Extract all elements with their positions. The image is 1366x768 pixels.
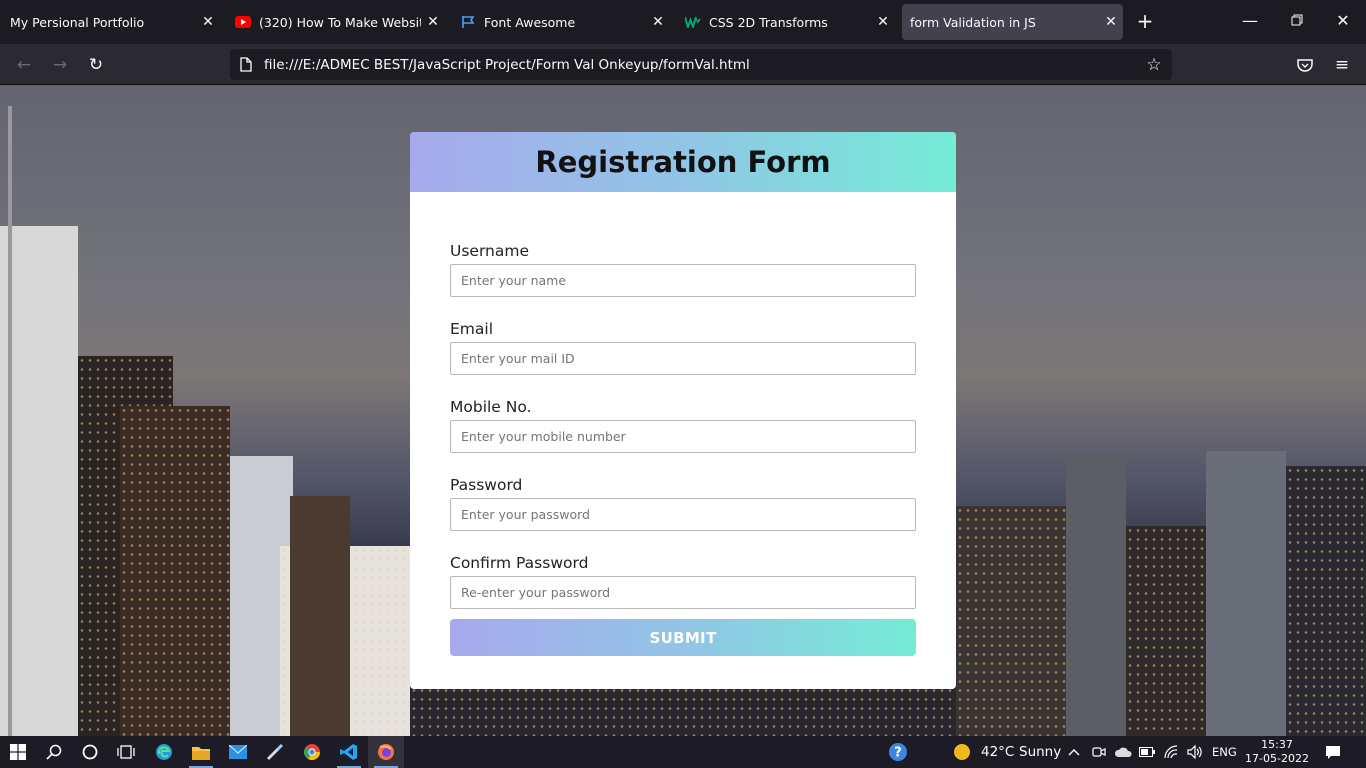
page-document-icon xyxy=(240,57,256,72)
wifi-icon[interactable] xyxy=(1160,736,1182,768)
onedrive-cloud-icon[interactable] xyxy=(1111,736,1135,768)
windows-taskbar: ? 42°C Sunny ENG 15:37 17-05-2022 xyxy=(0,736,1366,768)
mobile-field-group: Mobile No. xyxy=(450,398,916,453)
tab-font-awesome[interactable]: Font Awesome ✕ xyxy=(454,4,670,40)
back-arrow-icon[interactable]: ← xyxy=(11,52,37,78)
restore-icon[interactable] xyxy=(1285,10,1309,34)
tab-title: CSS 2D Transforms xyxy=(709,14,828,30)
username-input[interactable] xyxy=(450,264,916,297)
clock-time: 15:37 xyxy=(1261,738,1293,751)
address-bar[interactable]: file:///E:/ADMEC BEST/JavaScript Project… xyxy=(230,49,1172,80)
building-right-3-windows xyxy=(1126,526,1206,736)
tab-my-persional-portfolio[interactable]: My Persional Portfolio ✕ xyxy=(4,4,220,40)
font-awesome-flag-icon xyxy=(460,14,476,30)
clock[interactable]: 15:37 17-05-2022 xyxy=(1240,738,1314,766)
url-text[interactable]: file:///E:/ADMEC BEST/JavaScript Project… xyxy=(264,57,1144,73)
reload-icon[interactable]: ↻ xyxy=(83,52,109,78)
tab-close-icon[interactable]: ✕ xyxy=(1099,14,1123,30)
tab-form-validation[interactable]: form Validation in JS ✕ xyxy=(902,4,1123,40)
tab-title: My Persional Portfolio xyxy=(10,14,145,30)
tab-close-icon[interactable]: ✕ xyxy=(871,14,895,30)
antenna-left xyxy=(8,106,12,736)
youtube-icon xyxy=(235,14,251,30)
email-input[interactable] xyxy=(450,342,916,375)
browser-toolbar: ← → ↻ file:///E:/ADMEC BEST/JavaScript P… xyxy=(0,44,1366,85)
tab-close-icon[interactable]: ✕ xyxy=(421,14,445,30)
tab-title: form Validation in JS xyxy=(910,14,1036,30)
password-input[interactable] xyxy=(450,498,916,531)
email-field-group: Email xyxy=(450,320,916,375)
paint-brush-icon[interactable] xyxy=(257,736,293,768)
form-title: Registration Form xyxy=(535,145,831,179)
chevron-up-icon[interactable] xyxy=(1057,736,1091,768)
bookmark-star-icon[interactable]: ☆ xyxy=(1144,55,1164,75)
password-label: Password xyxy=(450,476,523,494)
tab-close-icon[interactable]: ✕ xyxy=(196,14,220,30)
mail-icon[interactable] xyxy=(220,736,256,768)
w3schools-icon xyxy=(685,14,701,30)
registration-form-card: Registration Form Username Email Mobile … xyxy=(410,132,956,689)
mobile-label: Mobile No. xyxy=(450,398,532,416)
username-field-group: Username xyxy=(450,242,916,297)
username-label: Username xyxy=(450,242,530,260)
building-brown-windows xyxy=(120,406,230,736)
hamburger-menu-icon[interactable]: ≡ xyxy=(1329,52,1355,78)
language-indicator[interactable]: ENG xyxy=(1212,745,1237,759)
tab-close-icon[interactable]: ✕ xyxy=(646,14,670,30)
file-explorer-icon[interactable] xyxy=(183,736,219,768)
meet-now-icon[interactable] xyxy=(1088,736,1110,768)
help-question-icon[interactable]: ? xyxy=(880,736,916,768)
registration-form: Username Email Mobile No. Password Confi… xyxy=(410,192,956,656)
forward-arrow-icon[interactable]: → xyxy=(47,52,73,78)
form-header: Registration Form xyxy=(410,132,956,192)
building-right-1-windows xyxy=(956,506,1066,736)
search-icon[interactable] xyxy=(36,736,72,768)
minimize-icon[interactable]: — xyxy=(1238,10,1262,34)
weather-sun-icon[interactable] xyxy=(944,736,980,768)
clock-date: 17-05-2022 xyxy=(1245,752,1309,765)
confirm-password-label: Confirm Password xyxy=(450,554,589,572)
svg-text:?: ? xyxy=(894,746,902,761)
chrome-icon[interactable] xyxy=(294,736,330,768)
submit-button[interactable]: SUBMIT xyxy=(450,619,916,656)
tab-css-2d-transforms[interactable]: CSS 2D Transforms ✕ xyxy=(679,4,895,40)
building-center-base-windows xyxy=(410,686,956,736)
windows-start-icon[interactable] xyxy=(0,736,36,768)
tab-youtube-video[interactable]: (320) How To Make Website With ✕ xyxy=(229,4,445,40)
firefox-icon[interactable] xyxy=(368,736,404,768)
edge-browser-icon[interactable] xyxy=(146,736,182,768)
pocket-icon[interactable] xyxy=(1292,52,1318,78)
tab-title: Font Awesome xyxy=(484,14,576,30)
building-mid xyxy=(290,496,350,736)
password-field-group: Password xyxy=(450,476,916,531)
weather-temperature: 42°C xyxy=(981,744,1015,760)
vscode-icon[interactable] xyxy=(331,736,367,768)
volume-icon[interactable] xyxy=(1183,736,1207,768)
page-viewport: Registration Form Username Email Mobile … xyxy=(0,85,1366,736)
building-right-4 xyxy=(1206,451,1286,736)
building-right-5-windows xyxy=(1286,466,1366,736)
close-window-icon[interactable]: ✕ xyxy=(1331,10,1355,34)
building-right-2 xyxy=(1066,456,1126,736)
confirm-password-field-group: Confirm Password xyxy=(450,554,916,609)
confirm-password-input[interactable] xyxy=(450,576,916,609)
cortana-icon[interactable] xyxy=(72,736,108,768)
browser-tab-strip: My Persional Portfolio ✕ (320) How To Ma… xyxy=(0,0,1366,44)
email-label: Email xyxy=(450,320,494,338)
new-tab-button[interactable]: + xyxy=(1133,10,1157,34)
mobile-input[interactable] xyxy=(450,420,916,453)
notification-center-icon[interactable] xyxy=(1318,736,1348,768)
task-view-icon[interactable] xyxy=(108,736,144,768)
battery-icon[interactable] xyxy=(1136,736,1158,768)
tab-title: (320) How To Make Website With xyxy=(259,14,421,30)
weather-condition: Sunny xyxy=(1019,744,1062,760)
